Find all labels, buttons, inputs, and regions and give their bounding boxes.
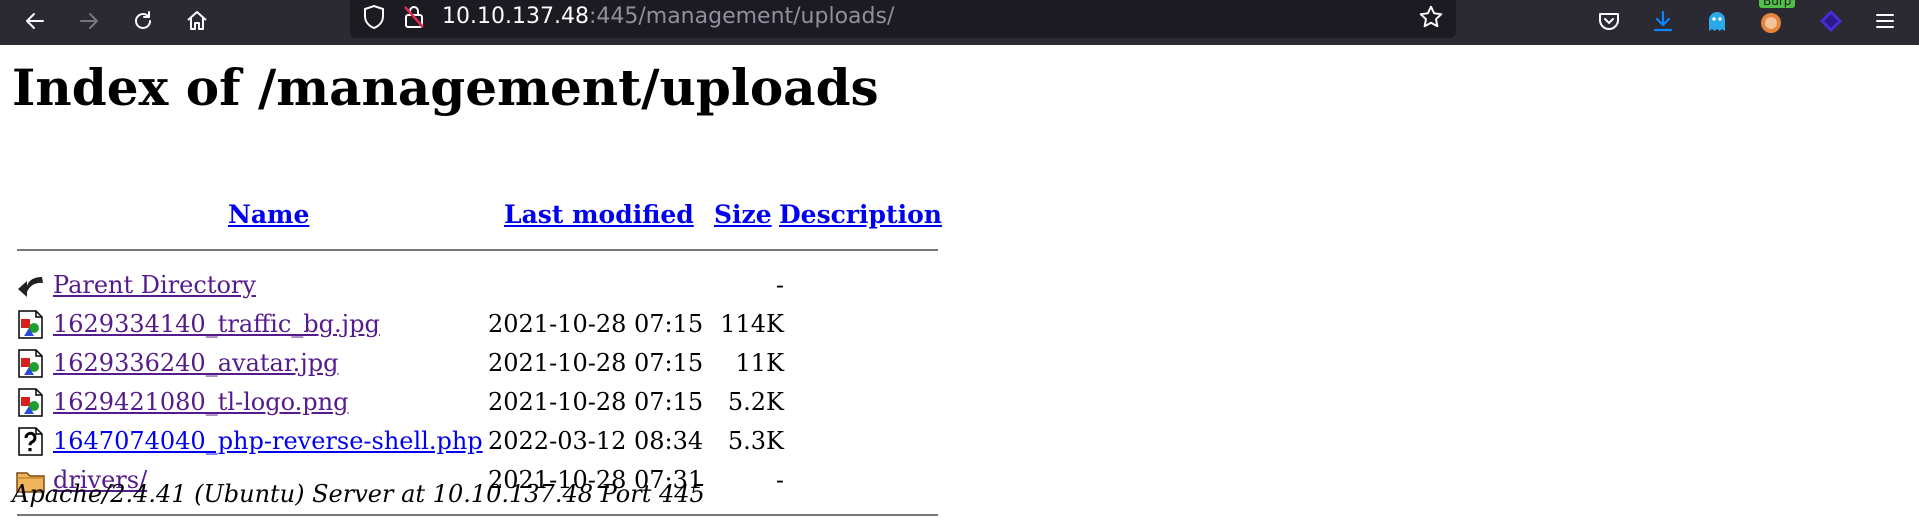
back-arrow-icon [18,277,43,297]
sort-by-last-modified-link[interactable]: Last modified [504,200,694,229]
list-item-file: 1629334140_traffic_bg.jpg 2021-10-28 07:… [14,306,944,342]
url-text[interactable]: 10.10.137.48:445/management/uploads/ [442,0,894,34]
home-icon [187,11,207,30]
insecure-lock-icon[interactable] [402,4,426,30]
last-modified-value: 2021-10-28 07:15 [488,388,704,416]
file-link[interactable]: 1629336240_avatar.jpg [53,349,338,377]
column-header-size: Size [714,197,772,233]
url-path: :445/management/uploads/ [588,4,895,29]
home-button[interactable] [182,6,212,36]
shield-icon[interactable] [362,4,386,30]
list-item-file: 1629421080_tl-logo.png 2021-10-28 07:15 … [14,384,944,420]
back-button[interactable] [20,6,50,36]
sort-by-name-link[interactable]: Name [228,200,309,229]
burp-badge: Burp [1759,0,1796,8]
size-value: - [775,271,784,299]
page-title: Index of /management/uploads [12,58,879,117]
file-link[interactable]: 1629421080_tl-logo.png [53,388,348,416]
list-item-file: 1647074040_php-reverse-shell.php 2022-03… [14,423,944,459]
sort-by-description-link[interactable]: Description [779,200,942,229]
column-header-last-modified: Last modified [504,197,694,233]
diamond-extension-icon [1820,10,1842,32]
url-host: 10.10.137.48 [442,4,589,29]
last-modified-value: 2022-03-12 08:34 [488,427,704,455]
pocket-button[interactable] [1594,6,1624,36]
size-value: 5.2K [727,388,784,416]
menu-button[interactable] [1870,6,1900,36]
hamburger-menu-icon [1876,14,1894,28]
size-value: 5.3K [727,427,784,455]
list-item-file: 1629336240_avatar.jpg 2021-10-28 07:15 1… [14,345,944,381]
image-file-icon [18,310,43,339]
ghostery-extension-button[interactable] [1702,6,1732,36]
file-link[interactable]: 1647074040_php-reverse-shell.php [53,427,483,455]
sort-by-size-link[interactable]: Size [714,200,772,229]
unknown-file-icon [18,427,43,456]
bookmark-star-icon[interactable] [1418,4,1444,30]
reload-button[interactable] [128,6,158,36]
parent-directory-link[interactable]: Parent Directory [53,271,256,299]
burp-extension-button[interactable] [1756,6,1786,36]
browser-toolbar: 10.10.137.48:445/management/uploads/ Bur… [0,0,1919,45]
footer-divider [17,514,938,516]
header-divider [17,249,938,251]
file-link[interactable]: 1629334140_traffic_bg.jpg [53,310,380,338]
downloads-button[interactable] [1648,6,1678,36]
last-modified-value: 2021-10-28 07:15 [488,349,704,377]
last-modified-value: 2021-10-28 07:15 [488,310,704,338]
page-content: Index of /management/uploads Name Last m… [0,45,1919,518]
list-item-parent-directory: Parent Directory - [14,267,944,303]
ghost-icon [1709,12,1725,31]
address-bar[interactable]: 10.10.137.48:445/management/uploads/ [350,0,1456,38]
size-value: 114K [720,310,784,338]
column-header-name: Name [228,197,309,233]
extension-button[interactable] [1816,6,1846,36]
download-icon [1653,10,1673,32]
size-value: 11K [735,349,784,377]
server-signature: Apache/2.4.41 (Ubuntu) Server at 10.10.1… [12,480,705,508]
column-header-description: Description [779,197,942,233]
pocket-icon [1599,13,1619,30]
image-file-icon [18,349,43,378]
burp-extension-icon [1761,13,1781,33]
image-file-icon [18,388,43,417]
forward-arrow-icon [80,13,98,29]
forward-button[interactable] [74,6,104,36]
back-arrow-icon [26,13,44,29]
size-value: - [775,466,784,494]
reload-icon [135,11,151,29]
